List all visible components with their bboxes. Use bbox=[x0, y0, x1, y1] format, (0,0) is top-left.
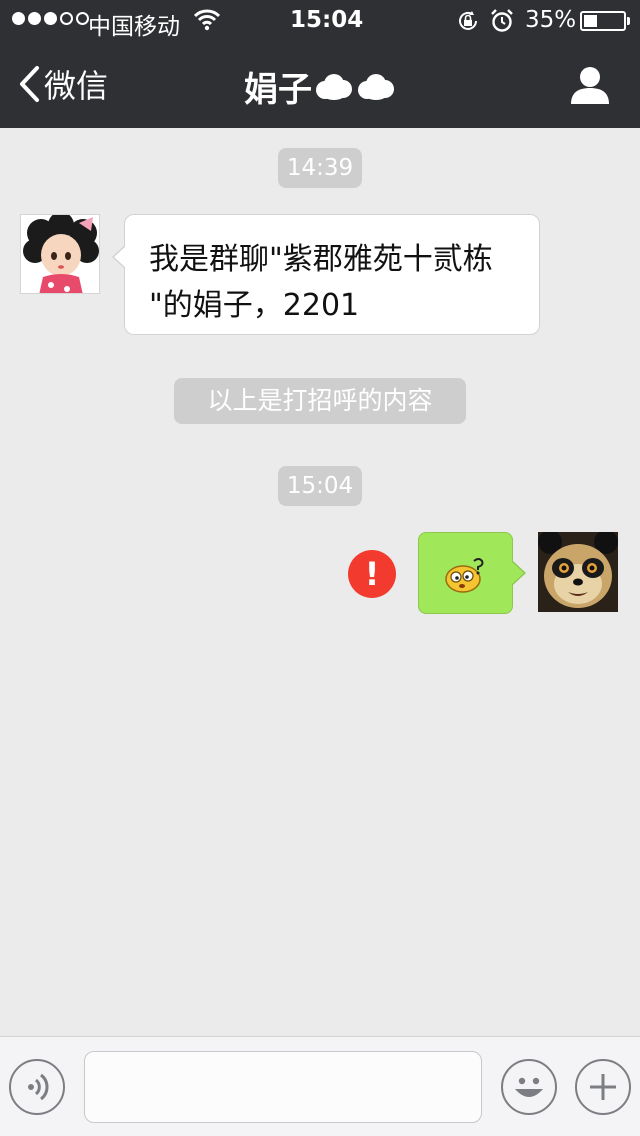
timestamp: 15:04 bbox=[278, 466, 362, 506]
carrier-label: 中国移动 bbox=[88, 14, 180, 40]
status-time: 15:04 bbox=[290, 7, 364, 33]
battery-icon bbox=[580, 11, 626, 31]
signal-strength bbox=[12, 12, 89, 25]
plus-icon bbox=[590, 1074, 616, 1100]
message-input[interactable] bbox=[84, 1051, 482, 1123]
panda-avatar[interactable] bbox=[538, 532, 618, 612]
emoji-button[interactable] bbox=[501, 1059, 557, 1115]
voice-button[interactable] bbox=[9, 1059, 65, 1115]
message-text-line: 我是群聊"紫郡雅苑十贰栋 bbox=[149, 242, 493, 277]
chat-title-text: 娟子 bbox=[244, 70, 312, 110]
wifi-icon bbox=[194, 9, 220, 31]
incoming-message-bubble[interactable]: 我是群聊"紫郡雅苑十贰栋 "的娟子，2201 bbox=[112, 214, 540, 335]
timestamp: 14:39 bbox=[278, 148, 362, 188]
system-notice: 以上是打招呼的内容 bbox=[174, 378, 466, 424]
outgoing-message-bubble[interactable] bbox=[418, 532, 526, 614]
voice-icon bbox=[28, 1073, 49, 1101]
cloud-emoji-icon bbox=[356, 71, 396, 103]
doll-avatar[interactable] bbox=[20, 214, 100, 294]
send-failed-icon[interactable]: ! bbox=[348, 550, 396, 598]
person-icon[interactable] bbox=[566, 62, 614, 110]
confused-face-emoji bbox=[445, 558, 484, 593]
message-text-line: "的娟子，2201 bbox=[149, 288, 360, 323]
rotation-lock-icon bbox=[459, 11, 477, 30]
input-bar bbox=[0, 1036, 640, 1136]
alarm-icon bbox=[491, 9, 513, 32]
cloud-emoji-icon bbox=[314, 71, 354, 103]
more-button[interactable] bbox=[575, 1059, 631, 1115]
chat-title: 娟子 bbox=[0, 62, 640, 111]
smiley-icon bbox=[515, 1077, 543, 1097]
battery-level bbox=[584, 15, 597, 27]
top-bar: 中国移动 15:04 35% 微信 娟子 bbox=[0, 0, 640, 128]
status-bar: 中国移动 15:04 35% bbox=[0, 0, 640, 40]
battery-percent: 35% bbox=[525, 7, 577, 33]
